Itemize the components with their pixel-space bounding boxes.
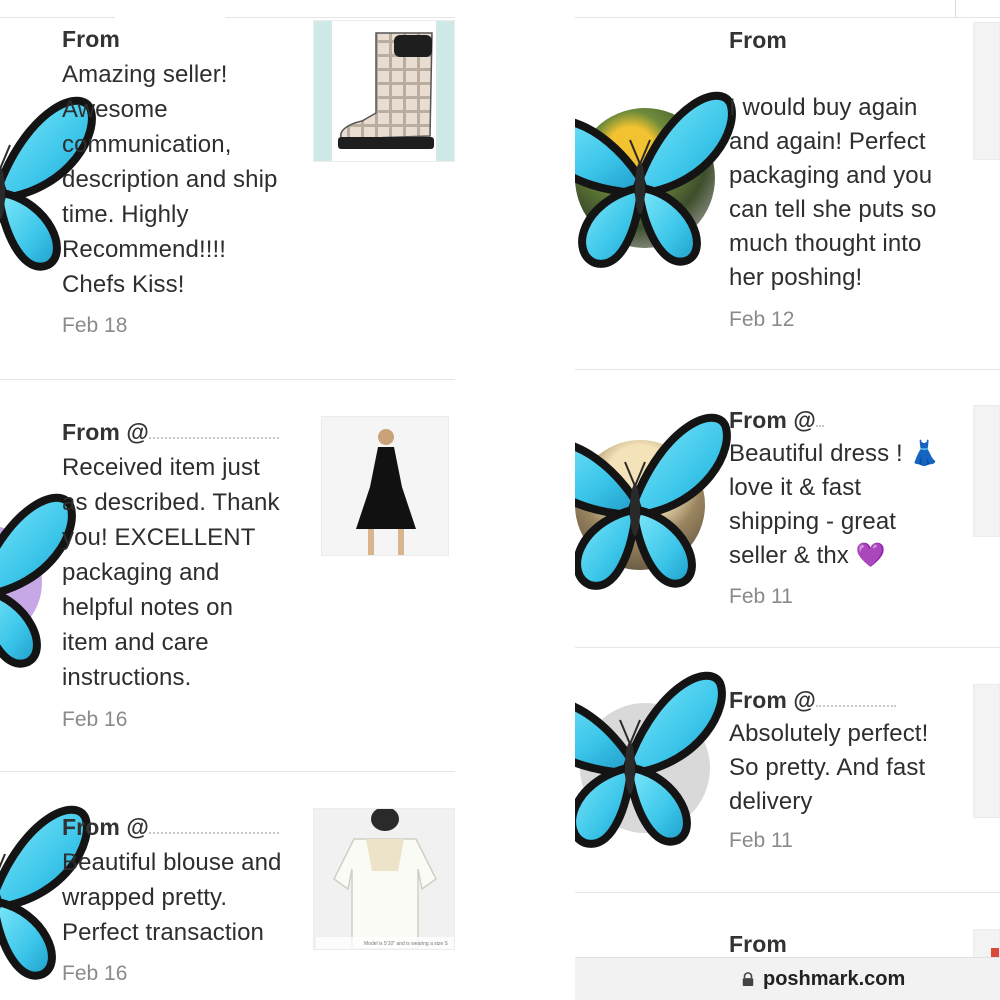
avatar[interactable] bbox=[575, 108, 715, 248]
review-text: packaging and you bbox=[729, 162, 933, 189]
review-text: Recommend!!!! bbox=[62, 236, 227, 263]
item-thumbnail[interactable] bbox=[973, 22, 1000, 160]
review-text: So pretty. And fast bbox=[729, 754, 926, 781]
review-text: as described. Thank bbox=[62, 489, 280, 516]
review-text: shipping - great bbox=[729, 508, 897, 535]
review-text: seller & thx 💜 bbox=[729, 542, 886, 569]
from-label[interactable]: From @ bbox=[62, 415, 280, 450]
avatar[interactable] bbox=[0, 822, 50, 962]
from-label[interactable]: From bbox=[729, 23, 936, 57]
review-date: Feb 12 bbox=[729, 308, 795, 331]
review-text: Amazing seller! bbox=[62, 61, 228, 88]
butterfly-icon bbox=[0, 93, 60, 273]
dress-icon bbox=[356, 429, 416, 555]
review-text: Awesome bbox=[62, 96, 168, 123]
review-text: Chefs Kiss! bbox=[62, 271, 185, 298]
avatar[interactable] bbox=[0, 525, 42, 640]
masked-username bbox=[815, 417, 824, 427]
butterfly-icon bbox=[0, 490, 40, 670]
review-text: much thought into bbox=[729, 230, 922, 257]
review-card[interactable]: From @ Beautiful blouse and wrapped pret… bbox=[0, 772, 455, 1000]
from-label[interactable]: From bbox=[62, 22, 277, 57]
review-text: Beautiful dress ! 👗 bbox=[729, 440, 940, 467]
top-tab-strip bbox=[575, 0, 1000, 18]
review-text: and again! Perfect bbox=[729, 128, 926, 155]
review-date: Feb 16 bbox=[62, 708, 128, 731]
boot-icon bbox=[338, 32, 434, 149]
blouse-icon bbox=[316, 809, 454, 949]
review-card[interactable]: From @ Received item just as described. … bbox=[0, 380, 455, 772]
butterfly-icon bbox=[0, 802, 55, 982]
review-date: Feb 11 bbox=[729, 585, 793, 608]
review-text: Received item just bbox=[62, 454, 260, 481]
browser-url-bar[interactable]: poshmark.com bbox=[575, 957, 1000, 1000]
review-text: helpful notes on bbox=[62, 594, 234, 621]
review-card[interactable]: From I would buy again and again! Perfec… bbox=[575, 18, 1000, 370]
rain-boot-image[interactable] bbox=[313, 20, 455, 162]
review-text: her poshing! bbox=[729, 264, 863, 291]
review-date: Feb 16 bbox=[62, 962, 128, 985]
review-card[interactable]: From @ Beautiful dress ! 👗 love it & fas… bbox=[575, 370, 1000, 648]
review-text: I would buy again bbox=[729, 94, 918, 121]
masked-username bbox=[148, 429, 279, 439]
butterfly-icon bbox=[575, 405, 725, 595]
from-label[interactable]: From @ bbox=[729, 683, 928, 717]
review-date: Feb 18 bbox=[62, 314, 128, 337]
masked-username bbox=[815, 697, 896, 707]
review-text: instructions. bbox=[62, 664, 192, 691]
url-text[interactable]: poshmark.com bbox=[763, 968, 905, 991]
review-card[interactable]: From @ Absolutely perfect! So pretty. An… bbox=[575, 648, 1000, 893]
butterfly-icon bbox=[575, 663, 720, 853]
review-text: Perfect transaction bbox=[62, 919, 264, 946]
review-text: time. Highly bbox=[62, 201, 189, 228]
review-text: you! EXCELLENT bbox=[62, 524, 256, 551]
from-label[interactable]: From @ bbox=[62, 810, 282, 845]
review-text: item and care bbox=[62, 629, 209, 656]
review-text: description and ship bbox=[62, 166, 278, 193]
item-thumbnail[interactable] bbox=[973, 405, 1000, 537]
review-card[interactable]: From Amazing seller! Awesome communicati… bbox=[0, 18, 455, 380]
review-text: packaging and bbox=[62, 559, 220, 586]
review-text: delivery bbox=[729, 788, 813, 815]
image-caption: Model is 5'10" and is wearing a size S bbox=[364, 941, 448, 947]
lock-icon bbox=[742, 972, 754, 986]
avatar[interactable] bbox=[580, 703, 710, 833]
butterfly-icon bbox=[575, 83, 730, 273]
avatar[interactable] bbox=[575, 440, 705, 570]
from-label[interactable]: From @ bbox=[729, 403, 940, 437]
black-dress-image[interactable] bbox=[321, 416, 449, 556]
review-text: communication, bbox=[62, 131, 232, 158]
item-thumbnail[interactable] bbox=[973, 684, 1000, 818]
left-reviews-column: From Amazing seller! Awesome communicati… bbox=[0, 0, 455, 1000]
masked-username bbox=[148, 824, 279, 834]
avatar[interactable] bbox=[0, 113, 40, 263]
column-gutter bbox=[455, 0, 575, 1000]
right-reviews-column: From I would buy again and again! Perfec… bbox=[575, 0, 1000, 1000]
top-tab-strip bbox=[0, 0, 455, 18]
review-text: wrapped pretty. bbox=[62, 884, 228, 911]
review-text: Beautiful blouse and bbox=[62, 849, 282, 876]
review-text: can tell she puts so bbox=[729, 196, 937, 223]
review-text: Absolutely perfect! bbox=[729, 720, 929, 747]
review-date: Feb 11 bbox=[729, 829, 793, 852]
review-text: love it & fast bbox=[729, 474, 862, 501]
white-blouse-image[interactable]: Model is 5'10" and is wearing a size S bbox=[313, 808, 455, 950]
